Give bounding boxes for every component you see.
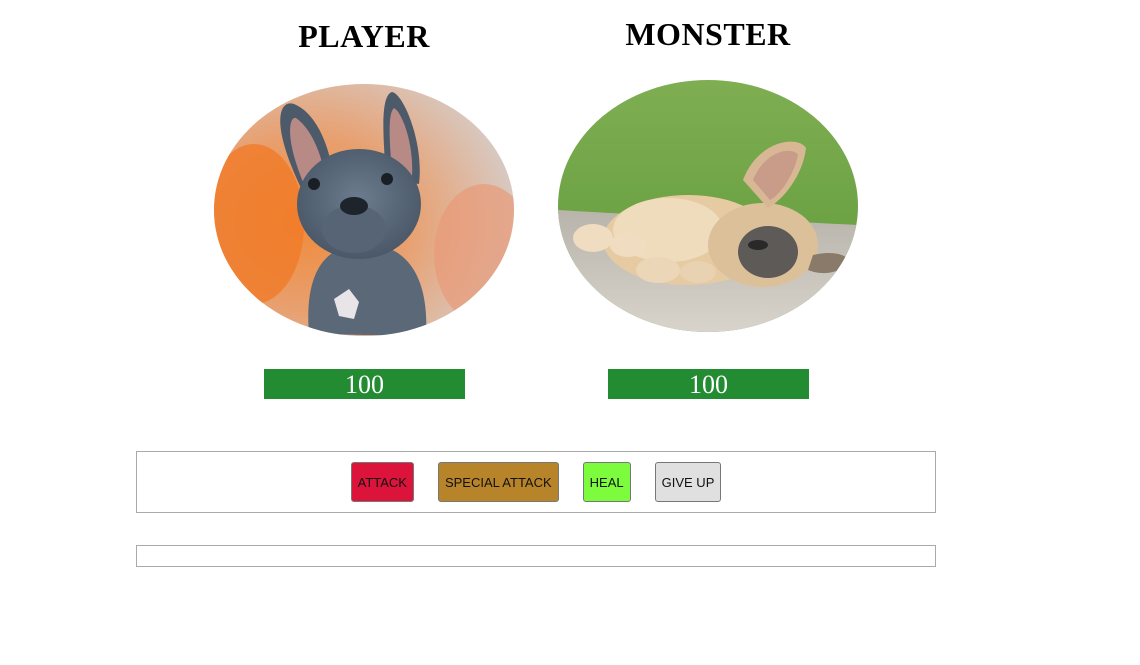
monster-panel: MONSTER <box>558 0 858 332</box>
player-health-bar: 100 <box>264 369 465 399</box>
give-up-button[interactable]: GIVE UP <box>654 462 722 502</box>
player-title: PLAYER <box>298 18 430 54</box>
special-attack-button[interactable]: SPECIAL ATTACK <box>437 462 559 502</box>
player-portrait <box>214 84 514 336</box>
battle-log <box>136 545 936 567</box>
attack-button[interactable]: ATTACK <box>350 462 414 502</box>
monster-dog-photo-icon <box>558 80 858 332</box>
game-screen: PLAYER MONSTER 100 100 ATTACK SPECIAL AT… <box>0 0 1140 665</box>
heal-button[interactable]: HEAL <box>582 462 631 502</box>
action-controls: ATTACK SPECIAL ATTACK HEAL GIVE UP <box>136 451 936 513</box>
monster-title: MONSTER <box>625 16 791 52</box>
player-health-value: 100 <box>345 370 384 399</box>
player-dog-photo-icon <box>214 84 514 336</box>
monster-portrait <box>558 80 858 332</box>
monster-health-value: 100 <box>689 370 728 399</box>
player-panel: PLAYER <box>214 0 514 336</box>
monster-health-bar: 100 <box>608 369 809 399</box>
